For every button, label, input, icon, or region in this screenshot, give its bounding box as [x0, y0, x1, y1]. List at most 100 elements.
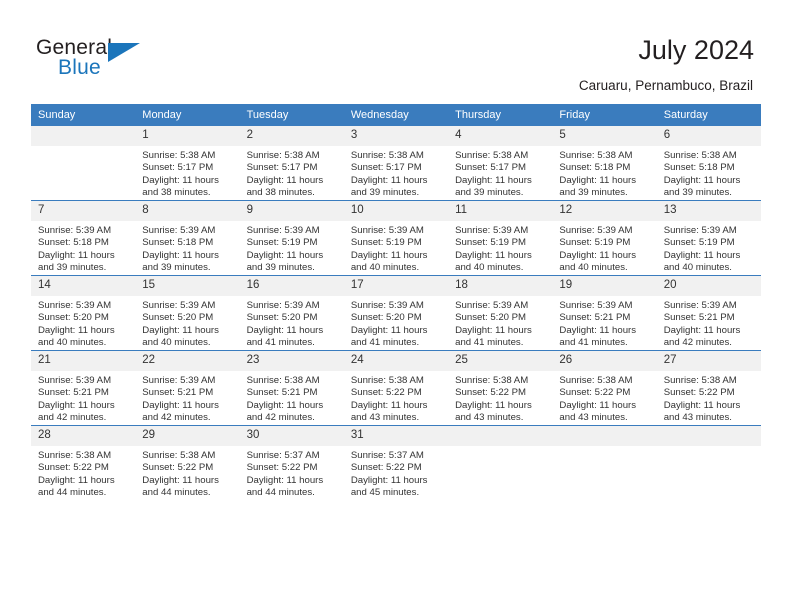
day-sunset-text: Sunset: 5:22 PM: [663, 387, 735, 399]
day-sunrise-text: Sunrise: 5:39 AM: [142, 300, 216, 311]
day-daylight1-text: Daylight: 11 hours: [455, 399, 532, 411]
day-daylight1-text: Daylight: 11 hours: [663, 399, 741, 411]
calendar-day-cell[interactable]: 30 Sunrise: 5:37 AM Sunset: 5:22 PM Dayligh…: [239, 425, 344, 500]
day-daylight1-text: Daylight: 11 hours: [350, 249, 428, 261]
day-sunset-text: Sunset: 5:22 PM: [455, 387, 527, 399]
day-number: 25: [448, 351, 553, 371]
day-daylight1-text: Daylight: 11 hours: [350, 474, 428, 486]
day-daylight1-text: Daylight: 11 hours: [246, 324, 324, 336]
day-daylight1-text: Daylight: 11 hours: [38, 324, 115, 336]
day-number: 16: [239, 276, 344, 296]
day-daylight1-text: Daylight: 11 hours: [142, 399, 219, 411]
day-sunset-text: Sunset: 5:22 PM: [350, 462, 422, 474]
calendar-day-cell[interactable]: 12 Sunrise: 5:39 AM Sunset: 5:19 PM Dayligh…: [552, 200, 657, 276]
calendar-day-cell[interactable]: 14 Sunrise: 5:39 AM Sunset: 5:20 PM Dayligh…: [31, 275, 136, 351]
calendar-day-cell[interactable]: 29 Sunrise: 5:38 AM Sunset: 5:22 PM Dayligh…: [135, 425, 240, 500]
day-daylight1-text: Daylight: 11 hours: [663, 249, 741, 261]
day-sun-info: Sunrise: 5:38 AM Sunset: 5:21 PM Daylight:…: [240, 371, 344, 425]
day-sun-info: Sunrise: 5:39 AM Sunset: 5:21 PM Daylight:…: [31, 371, 135, 425]
day-sunset-text: Sunset: 5:18 PM: [559, 162, 631, 174]
calendar-day-cell[interactable]: 20 Sunrise: 5:39 AM Sunset: 5:21 PM Dayligh…: [656, 275, 761, 351]
day-sunset-text: Sunset: 5:22 PM: [142, 462, 214, 474]
calendar-day-cell[interactable]: 28 Sunrise: 5:38 AM Sunset: 5:22 PM Dayligh…: [31, 425, 136, 500]
day-daylight2-text: and 40 minutes.: [350, 262, 420, 274]
day-daylight2-text: and 40 minutes.: [38, 337, 107, 349]
calendar-day-cell[interactable]: 13 Sunrise: 5:39 AM Sunset: 5:19 PM Dayligh…: [656, 200, 761, 276]
day-sunset-text: Sunset: 5:19 PM: [663, 237, 735, 249]
calendar-day-cell[interactable]: 9 Sunrise: 5:39 AM Sunset: 5:19 PM Daylight…: [239, 200, 344, 276]
day-sunrise-text: Sunrise: 5:37 AM: [350, 450, 424, 461]
day-number: 27: [656, 351, 761, 371]
calendar-day-cell[interactable]: 27 Sunrise: 5:38 AM Sunset: 5:22 PM Dayligh…: [656, 350, 761, 426]
calendar-day-cell[interactable]: 19 Sunrise: 5:39 AM Sunset: 5:21 PM Dayligh…: [552, 275, 657, 351]
day-sun-info: Sunrise: 5:39 AM Sunset: 5:20 PM Daylight:…: [344, 296, 448, 350]
weekday-header-row: Sunday Monday Tuesday Wednesday Thursday…: [31, 104, 761, 126]
day-number: 30: [239, 426, 344, 446]
calendar-day-cell[interactable]: 10 Sunrise: 5:39 AM Sunset: 5:19 PM Dayligh…: [343, 200, 449, 276]
day-daylight2-text: and 41 minutes.: [559, 337, 628, 349]
weekday-header-tuesday: Tuesday: [239, 104, 344, 126]
day-daylight2-text: and 41 minutes.: [350, 337, 420, 349]
calendar-day-cell[interactable]: 1 Sunrise: 5:38 AM Sunset: 5:17 PM Daylight…: [135, 126, 240, 201]
day-sun-info: Sunrise: 5:39 AM Sunset: 5:19 PM Daylight:…: [344, 221, 448, 275]
calendar-week-row: 1 Sunrise: 5:38 AM Sunset: 5:17 PM Daylight…: [31, 126, 761, 201]
day-sunset-text: Sunset: 5:22 PM: [559, 387, 631, 399]
day-sun-info: Sunrise: 5:39 AM Sunset: 5:21 PM Daylight:…: [135, 371, 239, 425]
calendar-day-cell[interactable]: 11 Sunrise: 5:39 AM Sunset: 5:19 PM Dayligh…: [448, 200, 553, 276]
day-sun-info: Sunrise: 5:39 AM Sunset: 5:21 PM Daylight:…: [552, 296, 656, 350]
calendar-day-cell[interactable]: 31 Sunrise: 5:37 AM Sunset: 5:22 PM Dayligh…: [343, 425, 449, 500]
calendar-day-cell[interactable]: 25 Sunrise: 5:38 AM Sunset: 5:22 PM Dayligh…: [448, 350, 553, 426]
day-sunset-text: Sunset: 5:22 PM: [350, 387, 422, 399]
calendar-day-cell-empty: [656, 425, 761, 500]
calendar-day-cell[interactable]: 18 Sunrise: 5:39 AM Sunset: 5:20 PM Dayligh…: [448, 275, 553, 351]
calendar-day-cell[interactable]: 26 Sunrise: 5:38 AM Sunset: 5:22 PM Dayligh…: [552, 350, 657, 426]
day-daylight2-text: and 39 minutes.: [142, 262, 211, 274]
day-daylight1-text: Daylight: 11 hours: [455, 174, 532, 186]
day-sun-info: Sunrise: 5:39 AM Sunset: 5:19 PM Daylight:…: [552, 221, 656, 275]
day-daylight2-text: and 44 minutes.: [246, 487, 315, 499]
day-sun-info: Sunrise: 5:39 AM Sunset: 5:20 PM Daylight:…: [240, 296, 344, 350]
calendar-day-cell[interactable]: 21 Sunrise: 5:39 AM Sunset: 5:21 PM Dayligh…: [31, 350, 136, 426]
day-sunrise-text: Sunrise: 5:39 AM: [559, 225, 633, 236]
calendar-day-cell[interactable]: 24 Sunrise: 5:38 AM Sunset: 5:22 PM Dayligh…: [343, 350, 449, 426]
calendar-day-cell[interactable]: 4 Sunrise: 5:38 AM Sunset: 5:17 PM Daylight…: [448, 126, 553, 201]
calendar-day-cell[interactable]: 3 Sunrise: 5:38 AM Sunset: 5:17 PM Daylight…: [343, 126, 449, 201]
day-number: 9: [239, 201, 344, 221]
calendar-day-cell[interactable]: 8 Sunrise: 5:39 AM Sunset: 5:18 PM Daylight…: [135, 200, 240, 276]
day-number: 28: [31, 426, 136, 446]
calendar-day-cell[interactable]: 16 Sunrise: 5:39 AM Sunset: 5:20 PM Dayligh…: [239, 275, 344, 351]
day-sunrise-text: Sunrise: 5:38 AM: [350, 150, 424, 161]
day-daylight1-text: Daylight: 11 hours: [246, 174, 324, 186]
calendar-table: Sunday Monday Tuesday Wednesday Thursday…: [31, 104, 761, 500]
day-number: 14: [31, 276, 136, 296]
calendar-day-cell[interactable]: 6 Sunrise: 5:38 AM Sunset: 5:18 PM Daylight…: [656, 126, 761, 201]
day-daylight1-text: Daylight: 11 hours: [246, 399, 324, 411]
day-sun-info: Sunrise: 5:39 AM Sunset: 5:18 PM Daylight:…: [31, 221, 135, 275]
day-daylight2-text: and 41 minutes.: [455, 337, 524, 349]
day-sunrise-text: Sunrise: 5:38 AM: [246, 375, 320, 386]
day-sun-info: Sunrise: 5:39 AM Sunset: 5:19 PM Daylight:…: [657, 221, 761, 275]
day-sun-info: Sunrise: 5:38 AM Sunset: 5:22 PM Daylight:…: [552, 371, 656, 425]
logo[interactable]: General Blue: [36, 36, 236, 84]
calendar-day-cell[interactable]: 23 Sunrise: 5:38 AM Sunset: 5:21 PM Dayligh…: [239, 350, 344, 426]
day-sunset-text: Sunset: 5:21 PM: [142, 387, 214, 399]
day-daylight2-text: and 39 minutes.: [559, 187, 628, 199]
day-sunrise-text: Sunrise: 5:38 AM: [350, 375, 424, 386]
day-sunrise-text: Sunrise: 5:39 AM: [663, 225, 737, 236]
calendar-day-cell[interactable]: 7 Sunrise: 5:39 AM Sunset: 5:18 PM Daylight…: [31, 200, 136, 276]
day-sun-info: Sunrise: 5:38 AM Sunset: 5:22 PM Daylight:…: [31, 446, 135, 500]
calendar-day-cell[interactable]: 15 Sunrise: 5:39 AM Sunset: 5:20 PM Dayligh…: [135, 275, 240, 351]
day-daylight2-text: and 42 minutes.: [38, 412, 107, 424]
calendar-body: 1 Sunrise: 5:38 AM Sunset: 5:17 PM Daylight…: [31, 126, 761, 500]
day-daylight1-text: Daylight: 11 hours: [559, 399, 637, 411]
calendar-day-cell[interactable]: 17 Sunrise: 5:39 AM Sunset: 5:20 PM Dayligh…: [343, 275, 449, 351]
day-sunrise-text: Sunrise: 5:39 AM: [142, 375, 216, 386]
day-daylight2-text: and 39 minutes.: [246, 262, 315, 274]
calendar-day-cell[interactable]: 2 Sunrise: 5:38 AM Sunset: 5:17 PM Daylight…: [239, 126, 344, 201]
day-sun-info: Sunrise: 5:39 AM Sunset: 5:20 PM Daylight:…: [135, 296, 239, 350]
day-sun-info: Sunrise: 5:39 AM Sunset: 5:19 PM Daylight:…: [448, 221, 552, 275]
day-daylight1-text: Daylight: 11 hours: [455, 249, 532, 261]
calendar-day-cell[interactable]: 5 Sunrise: 5:38 AM Sunset: 5:18 PM Daylight…: [552, 126, 657, 201]
calendar-week-row: 14 Sunrise: 5:39 AM Sunset: 5:20 PM Dayligh…: [31, 275, 761, 351]
calendar-day-cell[interactable]: 22 Sunrise: 5:39 AM Sunset: 5:21 PM Dayligh…: [135, 350, 240, 426]
